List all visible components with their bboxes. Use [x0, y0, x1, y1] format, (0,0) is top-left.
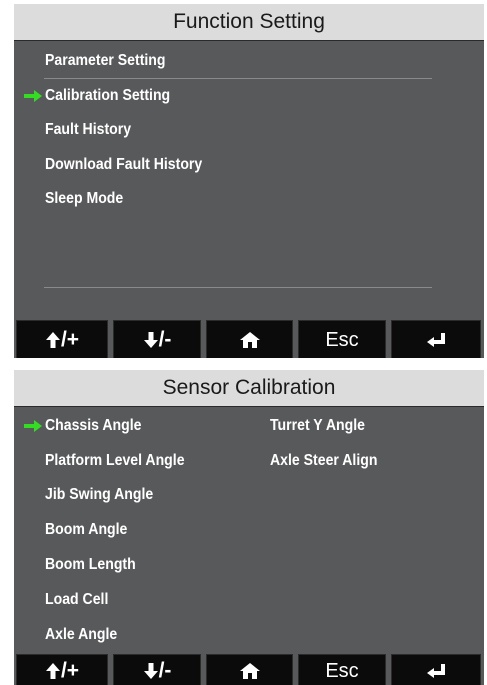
- enter-button[interactable]: [391, 320, 481, 358]
- sensor-item-boom-length[interactable]: Boom Length: [45, 554, 136, 576]
- down-arrow-icon: [143, 332, 158, 348]
- sensor-item-axle-steer-align[interactable]: Axle Steer Align: [270, 450, 377, 472]
- enter-icon: [427, 333, 445, 347]
- sensor-item-chassis-angle[interactable]: Chassis Angle: [45, 415, 142, 437]
- home-button[interactable]: [206, 320, 293, 358]
- down-minus-button[interactable]: /-: [113, 654, 201, 685]
- home-icon: [239, 663, 260, 679]
- function-setting-screen: Function Setting Parameter Setting Calib…: [14, 4, 484, 358]
- soft-key-bar: /+ /- Esc: [14, 654, 484, 685]
- home-button[interactable]: [206, 654, 293, 685]
- menu-item-sleep-mode[interactable]: Sleep Mode: [45, 188, 123, 210]
- sensor-item-boom-angle[interactable]: Boom Angle: [45, 519, 127, 541]
- down-arrow-icon: [143, 663, 158, 679]
- up-plus-label: /+: [60, 328, 80, 351]
- home-icon: [239, 332, 260, 348]
- esc-label: Esc: [325, 659, 359, 682]
- sensor-item-label: Jib Swing Angle: [45, 486, 154, 503]
- sensor-item-label: Chassis Angle: [45, 417, 142, 434]
- esc-button[interactable]: Esc: [298, 320, 386, 358]
- sensor-item-axle-angle[interactable]: Axle Angle: [45, 624, 117, 646]
- enter-button[interactable]: [391, 654, 481, 685]
- menu-item-download-fault-history[interactable]: Download Fault History: [45, 154, 202, 176]
- sensor-calibration-screen: Sensor Calibration Chassis Angle Platfor…: [14, 370, 484, 685]
- down-minus-label: /-: [158, 328, 172, 351]
- sensor-item-turret-y-angle[interactable]: Turret Y Angle: [270, 415, 365, 437]
- menu-item-label: Calibration Setting: [45, 87, 171, 104]
- soft-key-bar: /+ /- Esc: [14, 320, 484, 358]
- up-arrow-icon: [45, 663, 60, 679]
- sensor-item-label: Axle Angle: [45, 626, 118, 643]
- sensor-item-label: Boom Length: [45, 556, 136, 573]
- esc-button[interactable]: Esc: [298, 654, 386, 685]
- sensor-item-label: Platform Level Angle: [45, 452, 185, 469]
- down-minus-button[interactable]: /-: [113, 320, 201, 358]
- menu-item-parameter-setting[interactable]: Parameter Setting: [45, 50, 166, 72]
- up-plus-button[interactable]: /+: [16, 320, 108, 358]
- menu-item-label: Fault History: [45, 121, 132, 138]
- down-minus-label: /-: [158, 659, 172, 682]
- up-plus-label: /+: [60, 659, 80, 682]
- sensor-item-jib-swing-angle[interactable]: Jib Swing Angle: [45, 484, 153, 506]
- separator-line: [44, 78, 432, 79]
- sensor-item-label: Load Cell: [45, 591, 109, 608]
- enter-icon: [427, 664, 445, 678]
- sensor-item-load-cell[interactable]: Load Cell: [45, 589, 108, 611]
- selection-arrow-icon: [24, 420, 42, 432]
- up-plus-button[interactable]: /+: [16, 654, 108, 685]
- sensor-item-label: Turret Y Angle: [270, 417, 365, 434]
- function-setting-title: Function Setting: [14, 4, 484, 41]
- esc-label: Esc: [325, 328, 359, 351]
- selection-arrow-icon: [24, 90, 42, 102]
- sensor-calibration-title: Sensor Calibration: [14, 370, 484, 407]
- up-arrow-icon: [45, 332, 60, 348]
- menu-item-label: Download Fault History: [45, 156, 203, 173]
- menu-item-calibration-setting[interactable]: Calibration Setting: [45, 85, 170, 107]
- menu-item-label: Parameter Setting: [45, 52, 166, 69]
- menu-item-label: Sleep Mode: [45, 190, 124, 207]
- sensor-item-label: Axle Steer Align: [270, 452, 378, 469]
- sensor-item-platform-level-angle[interactable]: Platform Level Angle: [45, 450, 185, 472]
- separator-line: [44, 287, 432, 288]
- sensor-item-label: Boom Angle: [45, 521, 128, 538]
- menu-item-fault-history[interactable]: Fault History: [45, 119, 131, 141]
